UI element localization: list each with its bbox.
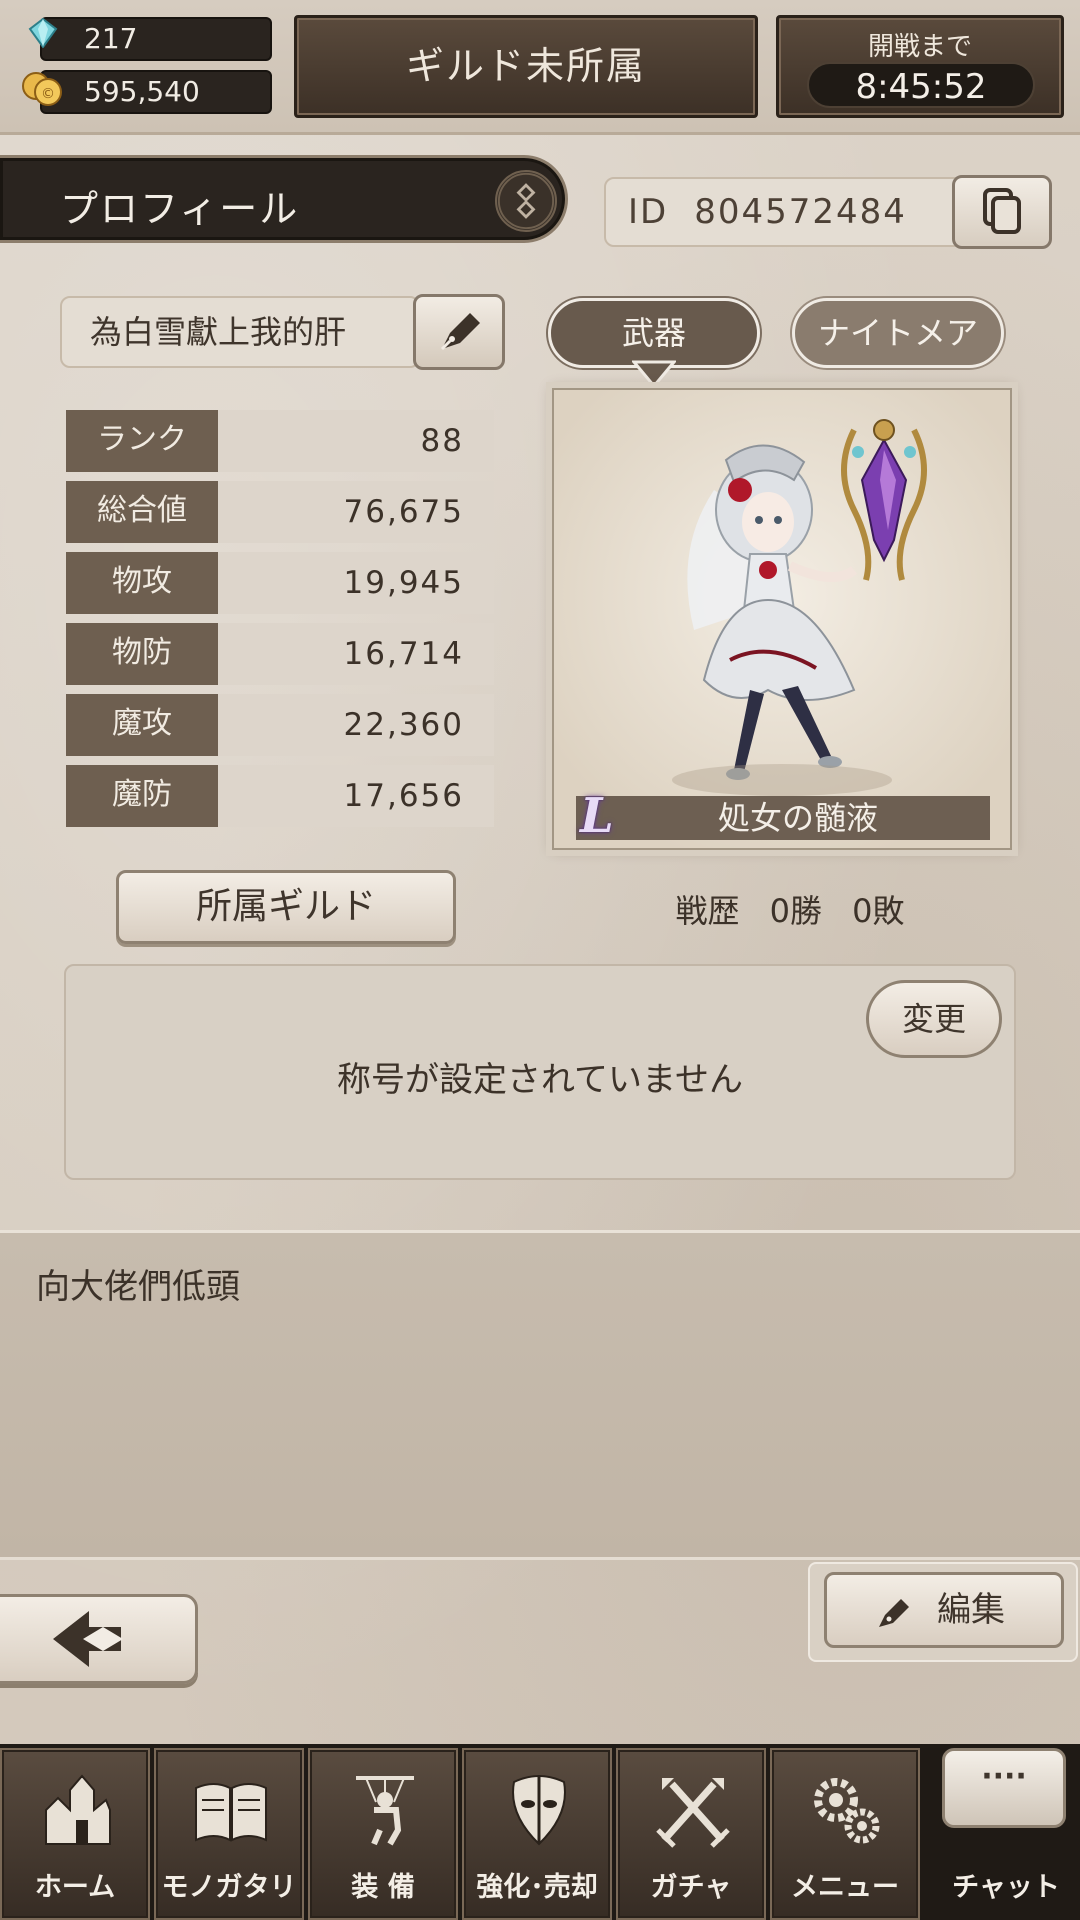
- stat-value: 88: [218, 410, 494, 472]
- gem-counter: 217: [40, 17, 272, 61]
- player-id-field: ID 804572484: [604, 177, 964, 247]
- coin-counter: 595,540: [40, 70, 272, 114]
- edit-name-button[interactable]: [413, 294, 505, 370]
- player-name-field: 為白雪獻上我的肝: [60, 296, 420, 368]
- player-title-panel: 称号が設定されていません 変更: [64, 964, 1016, 1180]
- stat-label: 物攻: [66, 552, 218, 614]
- book-icon: [195, 1783, 267, 1842]
- coin-icon: ©: [22, 72, 62, 106]
- home-icon: [45, 1774, 111, 1845]
- nav-menu[interactable]: メニュー: [770, 1748, 920, 1920]
- page-title: プロフィール: [60, 187, 300, 231]
- coin-count: 595,540: [84, 75, 200, 108]
- copy-id-button[interactable]: [952, 175, 1052, 249]
- battle-countdown: 開戦まで 8:45:52: [776, 15, 1064, 118]
- edit-profile-button[interactable]: 編集: [824, 1572, 1064, 1648]
- bottom-navigation: ホーム モノガタリ 装 備 強化･売却 ガチャ メニュー: [0, 1744, 1080, 1920]
- gem-count: 217: [84, 22, 138, 55]
- stat-value: 19,945: [218, 552, 494, 614]
- battle-countdown-label: 開戦まで: [867, 32, 972, 62]
- nav-label: ガチャ: [650, 1872, 732, 1903]
- stat-label: ランク: [66, 410, 218, 472]
- swords-icon: [656, 1778, 730, 1848]
- nav-label: ホーム: [34, 1872, 116, 1903]
- guild-status-banner[interactable]: ギルド未所属: [294, 15, 758, 118]
- nav-label: 強化･売却: [476, 1872, 598, 1903]
- top-status-bar: 217 595,540 © ギルド未所属 開戦まで 8:45:52: [0, 0, 1080, 135]
- stat-label: 魔防: [66, 765, 218, 827]
- weapon-character-art: [554, 390, 1010, 848]
- affiliated-guild-button[interactable]: 所属ギルド: [116, 870, 456, 944]
- copy-icon: [983, 188, 1021, 234]
- mask-icon: [512, 1775, 566, 1846]
- stat-value: 22,360: [218, 694, 494, 756]
- pen-icon: [879, 1599, 909, 1627]
- stat-value: 76,675: [218, 481, 494, 543]
- nav-label: モノガタリ: [161, 1872, 297, 1903]
- profile-comment-text: 向大佬們低頭: [36, 1267, 240, 1307]
- nav-chat[interactable]: ···· チャット: [932, 1744, 1080, 1920]
- gem-icon: [28, 18, 58, 48]
- nav-story[interactable]: モノガタリ: [154, 1748, 304, 1920]
- emblem-icon: [495, 170, 557, 232]
- stat-label: 総合値: [66, 481, 218, 543]
- battle-record-wins: 0勝: [769, 892, 822, 930]
- stat-row-mag-def: 魔防 17,656: [66, 765, 494, 827]
- weapon-rarity-badge: L: [580, 788, 614, 844]
- player-title-text: 称号が設定されていません: [337, 1060, 743, 1100]
- profile-comment-area: 向大佬們低頭: [0, 1230, 1080, 1560]
- weapon-name: 処女の髄液: [576, 796, 990, 840]
- weapon-card[interactable]: 処女の髄液 L: [552, 388, 1012, 850]
- stat-row-phys-def: 物防 16,714: [66, 623, 494, 685]
- pen-icon: [440, 313, 480, 351]
- battle-record: 戦歴 0勝 0敗: [540, 886, 1040, 930]
- puppet-icon: [356, 1776, 414, 1846]
- battle-record-label: 戦歴: [675, 892, 740, 930]
- back-button[interactable]: [0, 1594, 198, 1684]
- nav-gacha[interactable]: ガチャ: [616, 1748, 766, 1920]
- nav-chat-label: チャット: [952, 1872, 1060, 1903]
- stat-row-phys-atk: 物攻 19,945: [66, 552, 494, 614]
- stat-row-rank: ランク 88: [66, 410, 494, 472]
- nav-enhance-sell[interactable]: 強化･売却: [462, 1748, 612, 1920]
- stat-label: 物防: [66, 623, 218, 685]
- battle-countdown-timer: 8:45:52: [807, 62, 1035, 108]
- stat-label: 魔攻: [66, 694, 218, 756]
- edit-profile-label: 編集: [937, 1590, 1005, 1630]
- stat-row-mag-atk: 魔攻 22,360: [66, 694, 494, 756]
- nav-home[interactable]: ホーム: [0, 1748, 150, 1920]
- nav-label: メニュー: [791, 1872, 899, 1903]
- svg-text:©: ©: [41, 86, 55, 102]
- tab-nightmare[interactable]: ナイトメア: [792, 298, 1004, 368]
- stat-row-total: 総合値 76,675: [66, 481, 494, 543]
- stat-value: 17,656: [218, 765, 494, 827]
- player-id-value: 804572484: [694, 192, 907, 232]
- back-arrow-icon: [53, 1611, 123, 1667]
- chat-bubble-icon: ····: [942, 1748, 1066, 1828]
- nav-equipment[interactable]: 装 備: [308, 1748, 458, 1920]
- gears-icon: [814, 1778, 880, 1844]
- nav-label: 装 備: [351, 1872, 415, 1903]
- tab-selected-arrow-icon: [632, 360, 676, 389]
- profile-header: プロフィール: [0, 155, 568, 243]
- change-title-button[interactable]: 変更: [866, 980, 1002, 1058]
- battle-record-losses: 0敗: [852, 892, 905, 930]
- tab-weapon[interactable]: 武器: [548, 298, 760, 368]
- player-id-label: ID: [628, 192, 669, 232]
- stat-value: 16,714: [218, 623, 494, 685]
